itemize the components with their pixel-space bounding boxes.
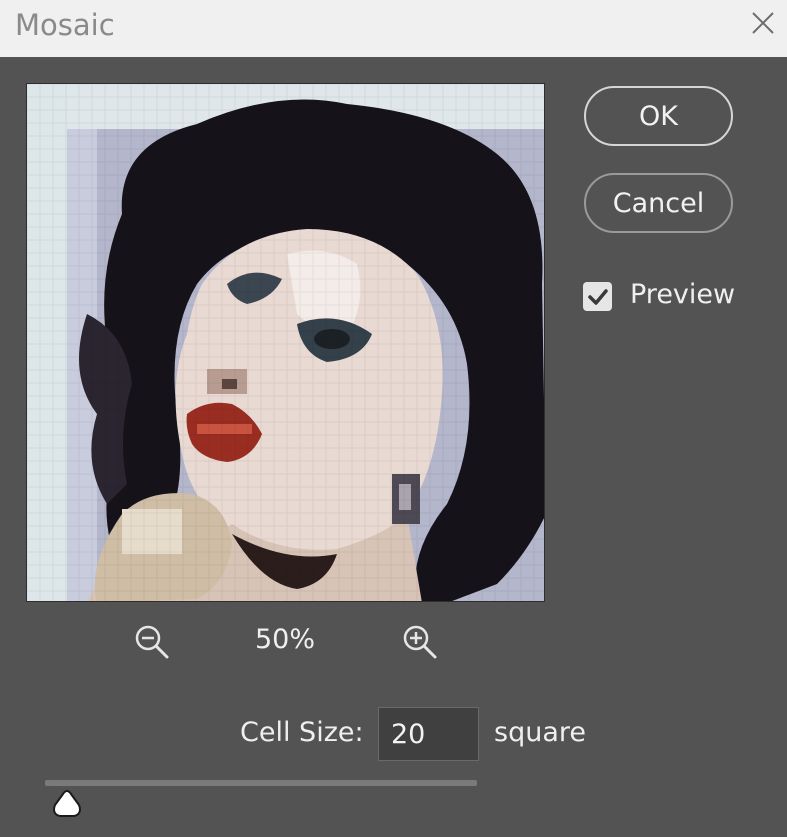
close-icon	[751, 11, 774, 34]
cell-size-slider[interactable]	[45, 780, 477, 786]
close-button[interactable]	[738, 0, 787, 45]
title-bar: Mosaic	[0, 0, 787, 57]
dialog-title: Mosaic	[15, 8, 115, 42]
zoom-out-icon	[135, 625, 169, 659]
cancel-button[interactable]: Cancel	[584, 173, 733, 233]
cell-size-input[interactable]	[378, 707, 479, 761]
zoom-out-button[interactable]	[133, 623, 171, 661]
mosaic-portrait-image	[27, 84, 544, 601]
preview-checkbox[interactable]	[583, 282, 612, 311]
checkmark-icon	[587, 288, 608, 305]
ok-button[interactable]: OK	[584, 86, 733, 146]
zoom-level: 50%	[254, 624, 315, 655]
cell-size-label: Cell Size:	[240, 717, 364, 748]
zoom-in-button[interactable]	[401, 623, 439, 661]
cell-size-unit: square	[494, 717, 586, 748]
filter-preview-image[interactable]	[26, 83, 545, 602]
preview-label: Preview	[630, 279, 736, 310]
zoom-in-icon	[403, 625, 437, 659]
slider-thumb-icon	[52, 789, 81, 817]
cell-size-slider-thumb[interactable]	[51, 788, 83, 818]
